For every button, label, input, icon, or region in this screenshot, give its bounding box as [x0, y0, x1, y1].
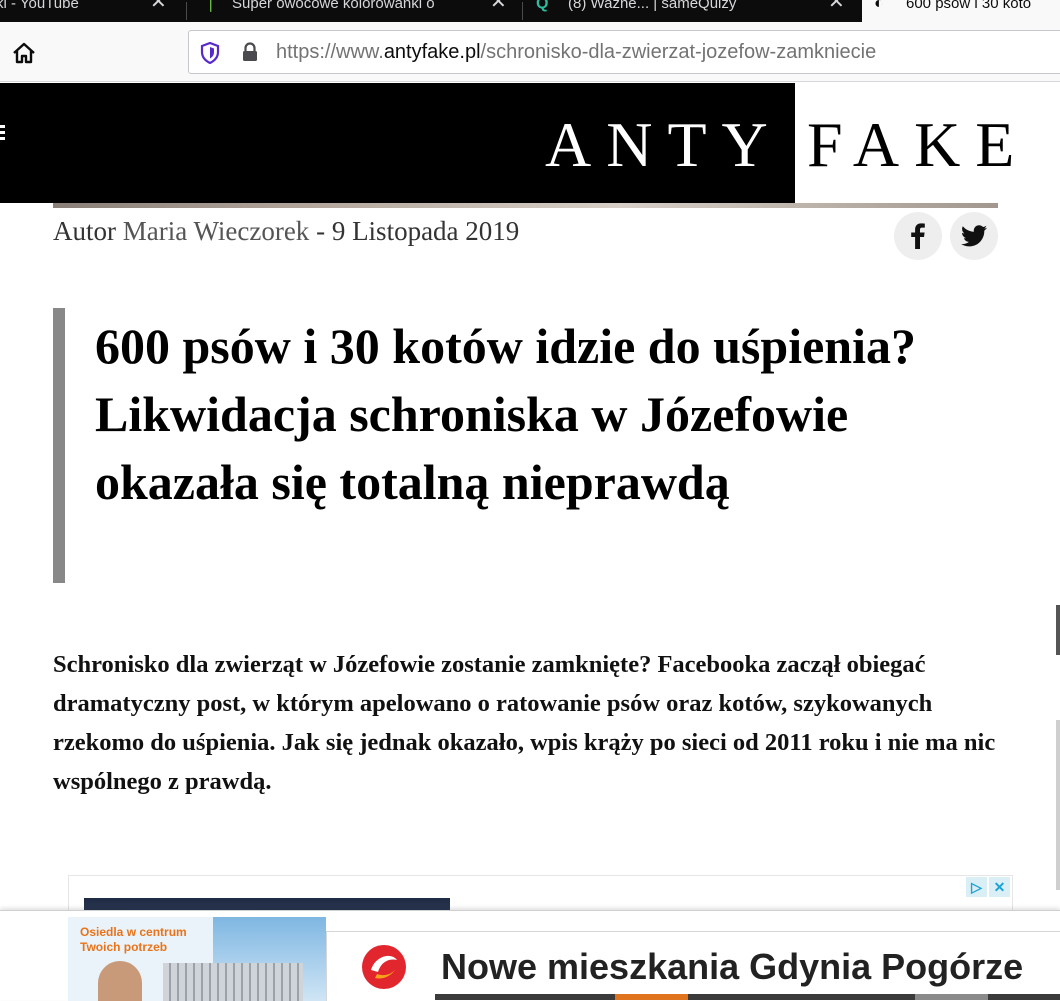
- antyfake-icon: ◐: [874, 0, 884, 12]
- twitter-share-button[interactable]: [950, 212, 998, 260]
- url-path: /schronisko-dla-zwierzat-jozefow-zamknie…: [480, 41, 877, 63]
- article-lead: Schronisko dla zwierząt w Józefowie zost…: [53, 651, 996, 795]
- scrollbar-track[interactable]: [1056, 720, 1060, 890]
- tab-youtube[interactable]: ki - YouTube ✕: [0, 0, 185, 22]
- leaf-icon: ❘: [204, 0, 218, 12]
- strip-segment: [615, 994, 688, 1000]
- logo-fake: FAKE: [807, 109, 1030, 180]
- tab-antyfake[interactable]: ◐ 600 psów i 30 kotó: [862, 0, 1060, 22]
- tab-label: Super owocowe kolorowanki o: [232, 0, 435, 12]
- facebook-icon: [911, 223, 925, 249]
- sticky-ad-tagline: Osiedla w centrum Twoich potrzeb: [80, 925, 187, 954]
- strip-segment: [915, 994, 988, 1000]
- logo-fake-box[interactable]: FAKE: [795, 83, 1060, 203]
- tab-kolorowanki[interactable]: ❘ Super owocowe kolorowanki o ✕: [188, 0, 521, 22]
- advertiser-logo-icon: [362, 945, 406, 989]
- adchoices-badge[interactable]: ▷ ✕: [966, 877, 1012, 897]
- sticky-ad-banner[interactable]: Nowe mieszkania Gdynia Pogórze: [326, 931, 1060, 1001]
- tab-separator: [522, 2, 523, 20]
- hamburger-menu-icon[interactable]: [0, 125, 5, 141]
- url-prefix: https://www.: [276, 41, 384, 63]
- article-byline: Autor Maria Wieczorek - 9 Listopada 2019: [53, 216, 519, 247]
- tab-samequizy[interactable]: Q (8) Ważne... | sameQuizy ✕: [524, 0, 860, 22]
- twitter-icon: [961, 225, 987, 247]
- close-icon[interactable]: ✕: [486, 0, 507, 12]
- browser-toolbar: https://www.antyfake.pl/schronisko-dla-z…: [0, 22, 1060, 82]
- scrollbar-thumb[interactable]: [1056, 605, 1060, 655]
- sticky-bottom-ad[interactable]: Osiedla w centrum Twoich potrzeb Nowe mi…: [0, 910, 1060, 1001]
- article-title: 600 psów i 30 kotów idzie do uśpienia? L…: [95, 318, 916, 510]
- site-header: ANTY FAKE: [0, 83, 1060, 203]
- close-icon[interactable]: ✕: [824, 0, 845, 12]
- tracking-protection-shield-icon[interactable]: [200, 42, 220, 64]
- bottom-status-strip: [435, 994, 1060, 1000]
- logo-anty[interactable]: ANTY: [545, 113, 783, 177]
- tab-separator: [186, 2, 187, 20]
- tab-label: ki - YouTube: [0, 0, 79, 12]
- lock-icon[interactable]: [241, 41, 259, 63]
- hero-image-edge: [53, 203, 998, 208]
- ad-close-icon[interactable]: ✕: [989, 877, 1010, 897]
- author-link[interactable]: Maria Wieczorek: [123, 216, 310, 246]
- byline-separator: -: [316, 216, 326, 246]
- ad-building-graphic: [163, 963, 303, 1001]
- title-accent-bar: [53, 308, 65, 583]
- sticky-ad-image[interactable]: Osiedla w centrum Twoich potrzeb: [68, 917, 326, 1001]
- sticky-ad-headline: Nowe mieszkania Gdynia Pogórze: [441, 946, 1024, 987]
- ad-people-graphic: [98, 961, 142, 1001]
- browser-tab-strip: ki - YouTube ✕ ❘ Super owocowe kolorowan…: [0, 0, 1060, 22]
- adchoices-icon[interactable]: ▷: [966, 877, 987, 897]
- close-icon[interactable]: ✕: [150, 0, 167, 12]
- url-text[interactable]: https://www.antyfake.pl/schronisko-dla-z…: [276, 41, 876, 64]
- tab-label: 600 psów i 30 kotó: [906, 0, 1032, 12]
- byline-prefix: Autor: [53, 216, 116, 246]
- home-icon[interactable]: [10, 39, 38, 67]
- tab-label: (8) Ważne... | sameQuizy: [568, 0, 737, 12]
- url-domain: antyfake.pl: [383, 41, 481, 63]
- quiz-icon: Q: [536, 0, 549, 12]
- facebook-share-button[interactable]: [894, 212, 942, 260]
- address-bar[interactable]: https://www.antyfake.pl/schronisko-dla-z…: [188, 30, 1060, 74]
- publish-date: 9 Listopada 2019: [331, 216, 520, 246]
